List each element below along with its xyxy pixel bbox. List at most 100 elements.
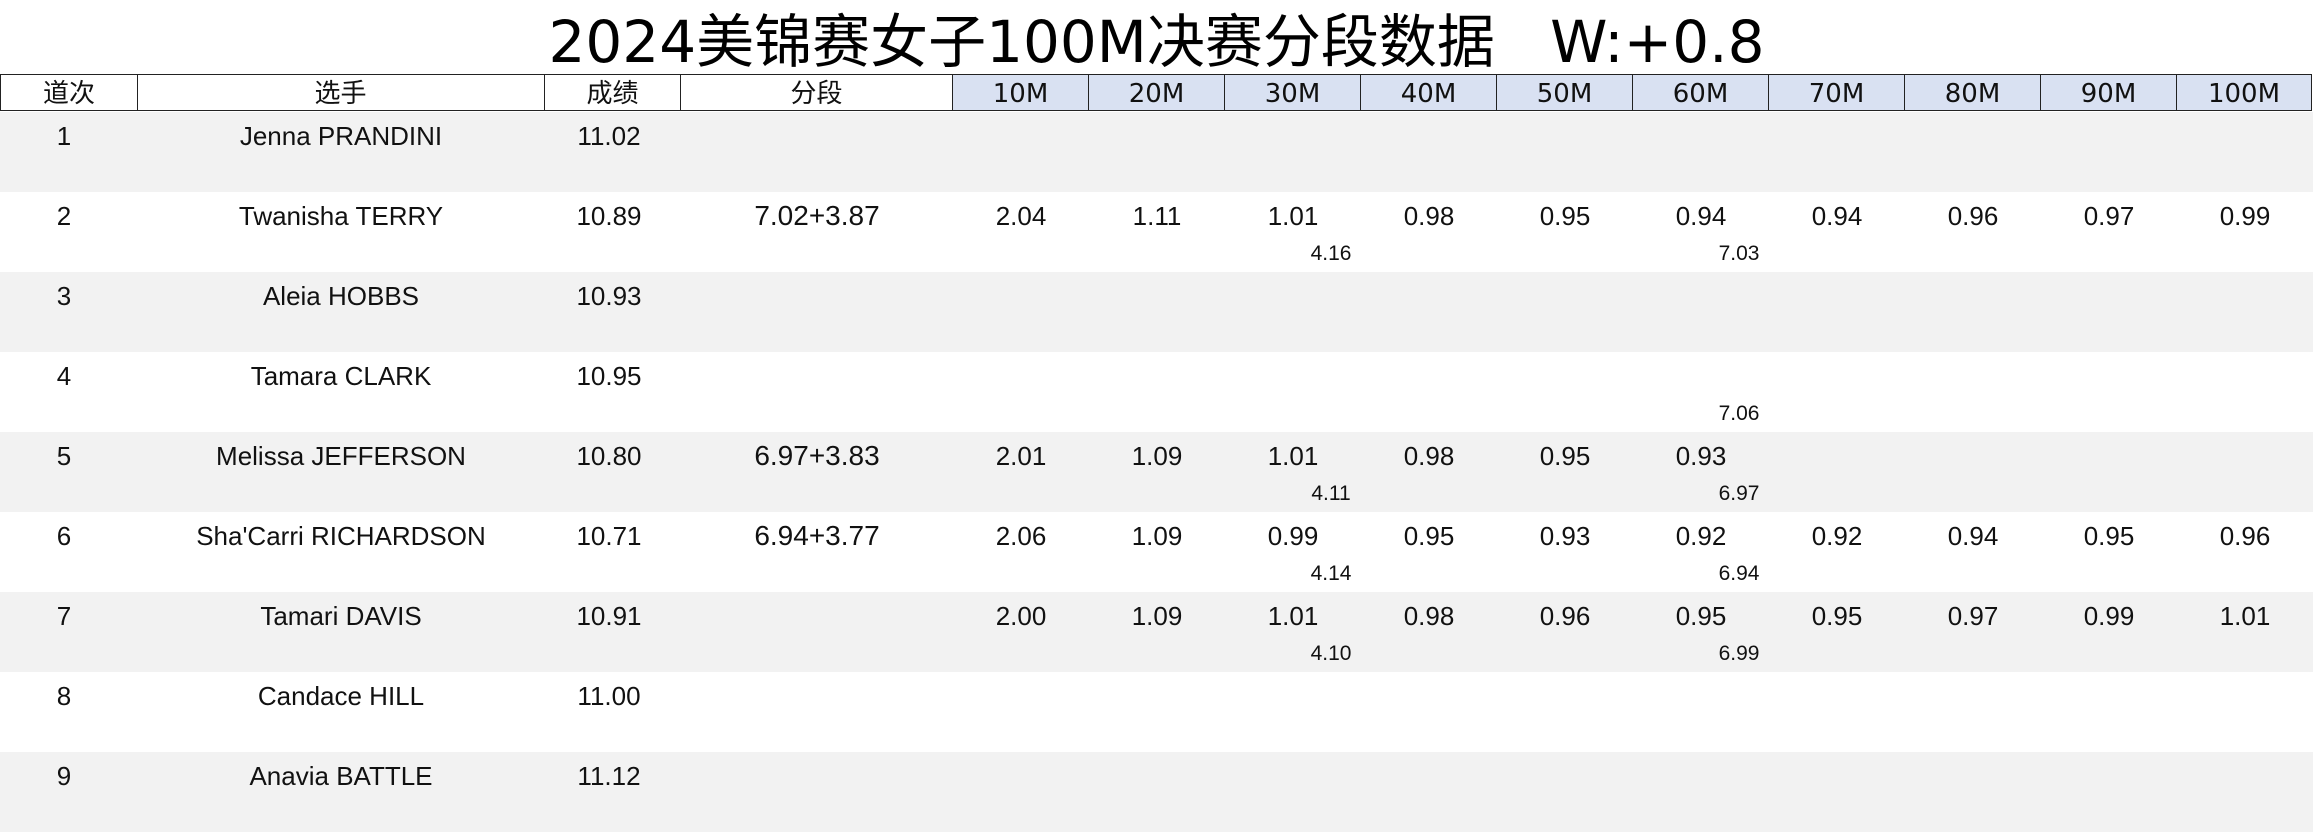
- lane-cell: 8: [56, 681, 72, 711]
- split-50m-cell: [1497, 352, 1633, 400]
- split-60m-cell: [1633, 272, 1769, 320]
- split-70m-cell: [1769, 752, 1905, 800]
- header-split-80m: 80M: [1905, 74, 2041, 111]
- split-70m-cell: 0.94: [1811, 201, 1863, 231]
- split-90m-cell: [2041, 272, 2177, 320]
- segment-cell: [681, 752, 953, 800]
- result-cell: 10.95: [576, 361, 642, 391]
- split-40m-cell: [1361, 112, 1497, 160]
- table-row: 4 Tamara CLARK 10.95 7.06: [0, 352, 2313, 432]
- split-70m-cell: [1769, 352, 1905, 400]
- split-60m-cell: 0.92: [1675, 521, 1727, 551]
- split-30m-cell: 1.01: [1267, 201, 1319, 231]
- header-segment: 分段: [681, 74, 953, 111]
- split-30m-cell: 0.99: [1267, 521, 1319, 551]
- split-80m-cell: 0.97: [1947, 601, 1999, 631]
- split-70m-cell: 0.92: [1811, 521, 1863, 551]
- result-cell: 11.12: [577, 761, 641, 791]
- split-10m-cell: [953, 112, 1089, 160]
- split-80m-cell: [1905, 112, 2041, 160]
- split-40m-cell: [1361, 352, 1497, 400]
- athlete-cell: Melissa JEFFERSON: [216, 441, 466, 471]
- split-70m-cell: [1769, 112, 1905, 160]
- cumulative-30m-time: [1301, 160, 1361, 188]
- cumulative-30m-time: [1301, 400, 1361, 428]
- header-split-30m: 30M: [1225, 74, 1361, 111]
- segment-cell: [681, 592, 953, 640]
- cumulative-30m-time: 4.11: [1311, 482, 1351, 505]
- segment-cell: [681, 352, 953, 400]
- split-10m-cell: 2.06: [995, 521, 1047, 551]
- split-50m-cell: [1497, 272, 1633, 320]
- header-split-90m: 90M: [2041, 74, 2177, 111]
- result-cell: 10.89: [576, 201, 642, 231]
- split-80m-cell: [1905, 432, 2041, 480]
- header-split-100m: 100M: [2177, 74, 2312, 111]
- table-row: 1 Jenna PRANDINI 11.02: [0, 112, 2313, 192]
- split-10m-cell: 2.00: [995, 601, 1047, 631]
- segment-cell: 6.94+3.77: [754, 520, 880, 551]
- split-20m-cell: [1089, 752, 1225, 800]
- table-row: 7 Tamari DAVIS 10.91 2.00 1.09 1.01 0.98…: [0, 592, 2313, 672]
- split-20m-cell: 1.09: [1131, 521, 1183, 551]
- athlete-cell: Tamara CLARK: [250, 361, 432, 391]
- split-10m-cell: 2.01: [995, 441, 1047, 471]
- table-row: 6 Sha'Carri RICHARDSON 10.71 6.94+3.77 2…: [0, 512, 2313, 592]
- split-90m-cell: [2041, 752, 2177, 800]
- cumulative-60m-time: [1709, 720, 1769, 748]
- table-row: 8 Candace HILL 11.00: [0, 672, 2313, 752]
- athlete-cell: Jenna PRANDINI: [239, 121, 443, 151]
- result-cell: 11.02: [577, 121, 641, 151]
- split-80m-cell: [1905, 352, 2041, 400]
- split-30m-cell: 1.01: [1267, 441, 1319, 471]
- split-10m-cell: [953, 272, 1089, 320]
- segment-cell: [681, 672, 953, 720]
- split-50m-cell: [1497, 752, 1633, 800]
- split-30m-cell: [1225, 752, 1361, 800]
- table-row: 5 Melissa JEFFERSON 10.80 6.97+3.83 2.01…: [0, 432, 2313, 512]
- cumulative-60m-time: [1709, 160, 1769, 188]
- split-100m-cell: [2177, 112, 2313, 160]
- cumulative-30m-time: [1301, 720, 1361, 748]
- split-100m-cell: [2177, 352, 2313, 400]
- athlete-cell: Sha'Carri RICHARDSON: [196, 521, 486, 551]
- cumulative-60m-time: 6.99: [1718, 642, 1760, 665]
- athlete-cell: Anavia BATTLE: [249, 761, 433, 791]
- split-70m-cell: [1769, 432, 1905, 480]
- lane-cell: 7: [56, 601, 72, 631]
- header-result: 成绩: [545, 74, 681, 111]
- split-10m-cell: [953, 352, 1089, 400]
- split-10m-cell: 2.04: [995, 201, 1047, 231]
- split-50m-cell: [1497, 672, 1633, 720]
- split-100m-cell: [2177, 272, 2313, 320]
- lane-cell: 2: [56, 201, 72, 231]
- result-cell: 10.93: [576, 281, 642, 311]
- split-40m-cell: 0.98: [1403, 201, 1455, 231]
- header-split-20m: 20M: [1089, 74, 1225, 111]
- split-20m-cell: [1089, 112, 1225, 160]
- cumulative-60m-time: 7.06: [1718, 402, 1760, 425]
- split-90m-cell: [2041, 672, 2177, 720]
- split-50m-cell: [1497, 112, 1633, 160]
- result-cell: 10.71: [576, 521, 642, 551]
- cumulative-60m-time: [1709, 320, 1769, 348]
- split-60m-cell: [1633, 112, 1769, 160]
- athlete-cell: Aleia HOBBS: [262, 281, 420, 311]
- result-cell: 10.80: [576, 441, 642, 471]
- split-50m-cell: 0.93: [1539, 521, 1591, 551]
- split-80m-cell: [1905, 272, 2041, 320]
- segment-cell: 6.97+3.83: [754, 440, 880, 471]
- cumulative-60m-time: 7.03: [1718, 242, 1760, 265]
- split-90m-cell: [2041, 112, 2177, 160]
- split-100m-cell: [2177, 432, 2313, 480]
- lane-cell: 6: [56, 521, 72, 551]
- segment-cell: 7.02+3.87: [754, 200, 880, 231]
- lane-cell: 9: [56, 761, 72, 791]
- split-70m-cell: [1769, 672, 1905, 720]
- split-30m-cell: 1.01: [1267, 601, 1319, 631]
- split-60m-cell: [1633, 672, 1769, 720]
- split-60m-cell: 0.94: [1675, 201, 1727, 231]
- cumulative-60m-time: 6.94: [1718, 562, 1760, 585]
- split-20m-cell: 1.11: [1132, 201, 1182, 231]
- result-cell: 11.00: [577, 681, 641, 711]
